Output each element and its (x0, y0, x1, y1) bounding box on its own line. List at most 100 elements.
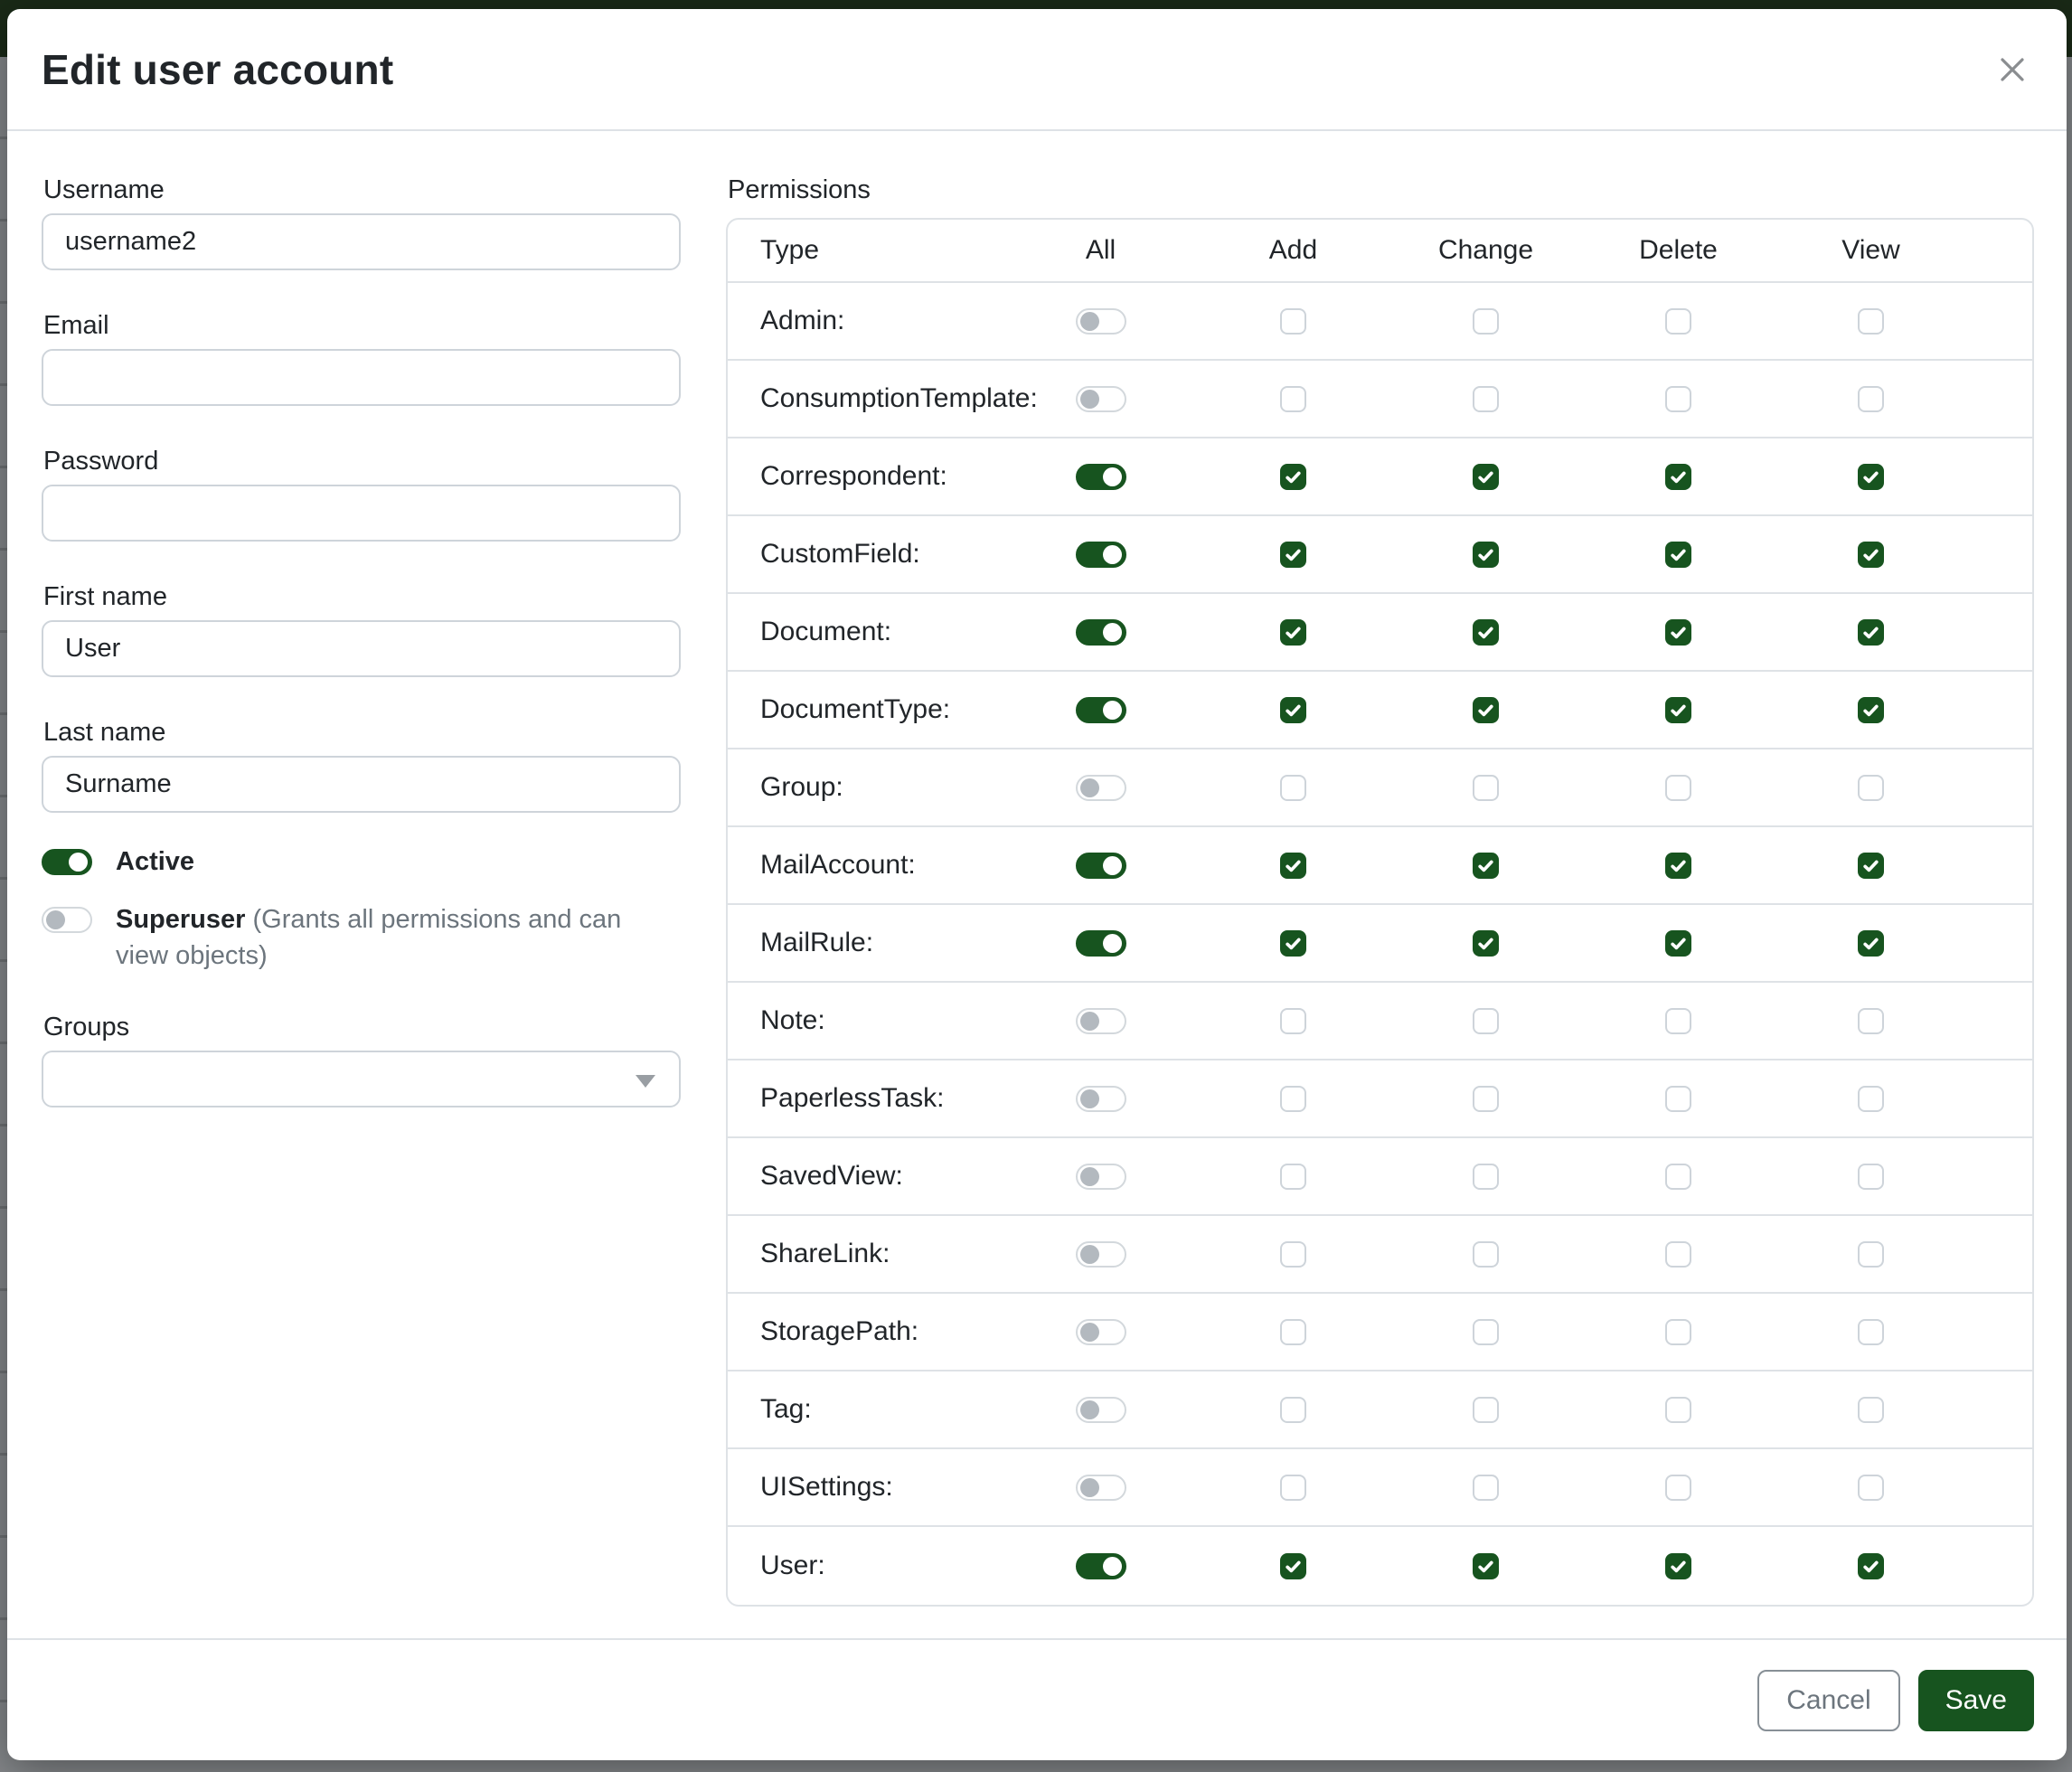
delete-checkbox[interactable] (1665, 1164, 1691, 1190)
add-checkbox[interactable] (1280, 1397, 1306, 1423)
all-toggle[interactable] (1076, 775, 1126, 801)
view-checkbox[interactable] (1858, 619, 1884, 646)
change-checkbox[interactable] (1473, 1241, 1499, 1268)
add-checkbox[interactable] (1280, 853, 1306, 879)
all-toggle[interactable] (1076, 1241, 1126, 1268)
add-checkbox[interactable] (1280, 308, 1306, 335)
change-checkbox[interactable] (1473, 386, 1499, 412)
change-checkbox[interactable] (1473, 697, 1499, 723)
permission-row: ShareLink: (728, 1216, 2032, 1294)
view-checkbox[interactable] (1858, 464, 1884, 490)
username-input[interactable] (42, 213, 681, 270)
change-checkbox[interactable] (1473, 1086, 1499, 1112)
all-toggle[interactable] (1076, 542, 1126, 568)
email-field[interactable] (42, 349, 681, 406)
delete-checkbox[interactable] (1665, 464, 1691, 490)
all-toggle[interactable] (1076, 930, 1126, 957)
first-name-field[interactable] (42, 620, 681, 677)
change-checkbox[interactable] (1473, 308, 1499, 335)
cancel-button[interactable]: Cancel (1757, 1670, 1899, 1731)
active-toggle[interactable] (42, 849, 92, 875)
add-checkbox[interactable] (1280, 619, 1306, 646)
view-checkbox[interactable] (1858, 1319, 1884, 1345)
modal-body: Username Email Password First name Last … (7, 131, 2067, 1638)
delete-checkbox[interactable] (1665, 697, 1691, 723)
view-checkbox[interactable] (1858, 697, 1884, 723)
all-toggle[interactable] (1076, 619, 1126, 646)
change-checkbox[interactable] (1473, 619, 1499, 646)
all-toggle[interactable] (1076, 464, 1126, 490)
delete-checkbox[interactable] (1665, 1008, 1691, 1034)
change-checkbox[interactable] (1473, 1397, 1499, 1423)
add-checkbox[interactable] (1280, 1319, 1306, 1345)
view-checkbox[interactable] (1858, 775, 1884, 801)
view-checkbox[interactable] (1858, 542, 1884, 568)
delete-checkbox[interactable] (1665, 386, 1691, 412)
add-checkbox[interactable] (1280, 464, 1306, 490)
delete-checkbox[interactable] (1665, 1553, 1691, 1579)
view-checkbox[interactable] (1858, 1241, 1884, 1268)
change-checkbox[interactable] (1473, 542, 1499, 568)
all-toggle[interactable] (1076, 1475, 1126, 1501)
delete-checkbox[interactable] (1665, 775, 1691, 801)
add-checkbox[interactable] (1280, 1241, 1306, 1268)
view-checkbox[interactable] (1858, 1086, 1884, 1112)
change-checkbox[interactable] (1473, 853, 1499, 879)
superuser-toggle[interactable] (42, 907, 92, 933)
add-checkbox[interactable] (1280, 1164, 1306, 1190)
view-checkbox[interactable] (1858, 1397, 1884, 1423)
change-checkbox[interactable] (1473, 1475, 1499, 1501)
add-checkbox[interactable] (1280, 386, 1306, 412)
all-toggle[interactable] (1076, 1319, 1126, 1345)
all-toggle[interactable] (1076, 1008, 1126, 1034)
all-toggle[interactable] (1076, 1086, 1126, 1112)
change-checkbox[interactable] (1473, 775, 1499, 801)
delete-checkbox[interactable] (1665, 1319, 1691, 1345)
all-toggle[interactable] (1076, 697, 1126, 723)
all-toggle[interactable] (1076, 308, 1126, 335)
password-field[interactable] (42, 485, 681, 542)
delete-checkbox[interactable] (1665, 619, 1691, 646)
delete-checkbox[interactable] (1665, 542, 1691, 568)
close-button[interactable] (1991, 48, 2034, 91)
delete-checkbox[interactable] (1665, 930, 1691, 957)
view-checkbox[interactable] (1858, 1164, 1884, 1190)
view-checkbox[interactable] (1858, 853, 1884, 879)
add-checkbox[interactable] (1280, 1475, 1306, 1501)
view-checkbox[interactable] (1858, 1008, 1884, 1034)
delete-checkbox[interactable] (1665, 1086, 1691, 1112)
all-toggle[interactable] (1076, 853, 1126, 879)
change-checkbox[interactable] (1473, 1008, 1499, 1034)
edit-user-modal: Edit user account Username Email Passwor… (7, 9, 2067, 1760)
view-checkbox[interactable] (1858, 1475, 1884, 1501)
add-checkbox[interactable] (1280, 930, 1306, 957)
delete-checkbox[interactable] (1665, 853, 1691, 879)
delete-checkbox[interactable] (1665, 1397, 1691, 1423)
view-checkbox[interactable] (1858, 1553, 1884, 1579)
add-checkbox[interactable] (1280, 1008, 1306, 1034)
delete-checkbox[interactable] (1665, 1475, 1691, 1501)
view-checkbox[interactable] (1858, 930, 1884, 957)
add-checkbox[interactable] (1280, 775, 1306, 801)
change-checkbox[interactable] (1473, 1164, 1499, 1190)
add-checkbox[interactable] (1280, 1553, 1306, 1579)
change-checkbox[interactable] (1473, 1553, 1499, 1579)
change-checkbox[interactable] (1473, 930, 1499, 957)
groups-label: Groups (43, 1012, 681, 1042)
add-checkbox[interactable] (1280, 542, 1306, 568)
all-toggle[interactable] (1076, 1553, 1126, 1579)
all-toggle[interactable] (1076, 386, 1126, 412)
delete-checkbox[interactable] (1665, 308, 1691, 335)
save-button[interactable]: Save (1918, 1670, 2034, 1731)
last-name-field[interactable] (42, 756, 681, 813)
change-checkbox[interactable] (1473, 1319, 1499, 1345)
all-toggle[interactable] (1076, 1397, 1126, 1423)
groups-select[interactable] (42, 1051, 681, 1108)
add-checkbox[interactable] (1280, 697, 1306, 723)
add-checkbox[interactable] (1280, 1086, 1306, 1112)
view-checkbox[interactable] (1858, 308, 1884, 335)
all-toggle[interactable] (1076, 1164, 1126, 1190)
change-checkbox[interactable] (1473, 464, 1499, 490)
view-checkbox[interactable] (1858, 386, 1884, 412)
delete-checkbox[interactable] (1665, 1241, 1691, 1268)
